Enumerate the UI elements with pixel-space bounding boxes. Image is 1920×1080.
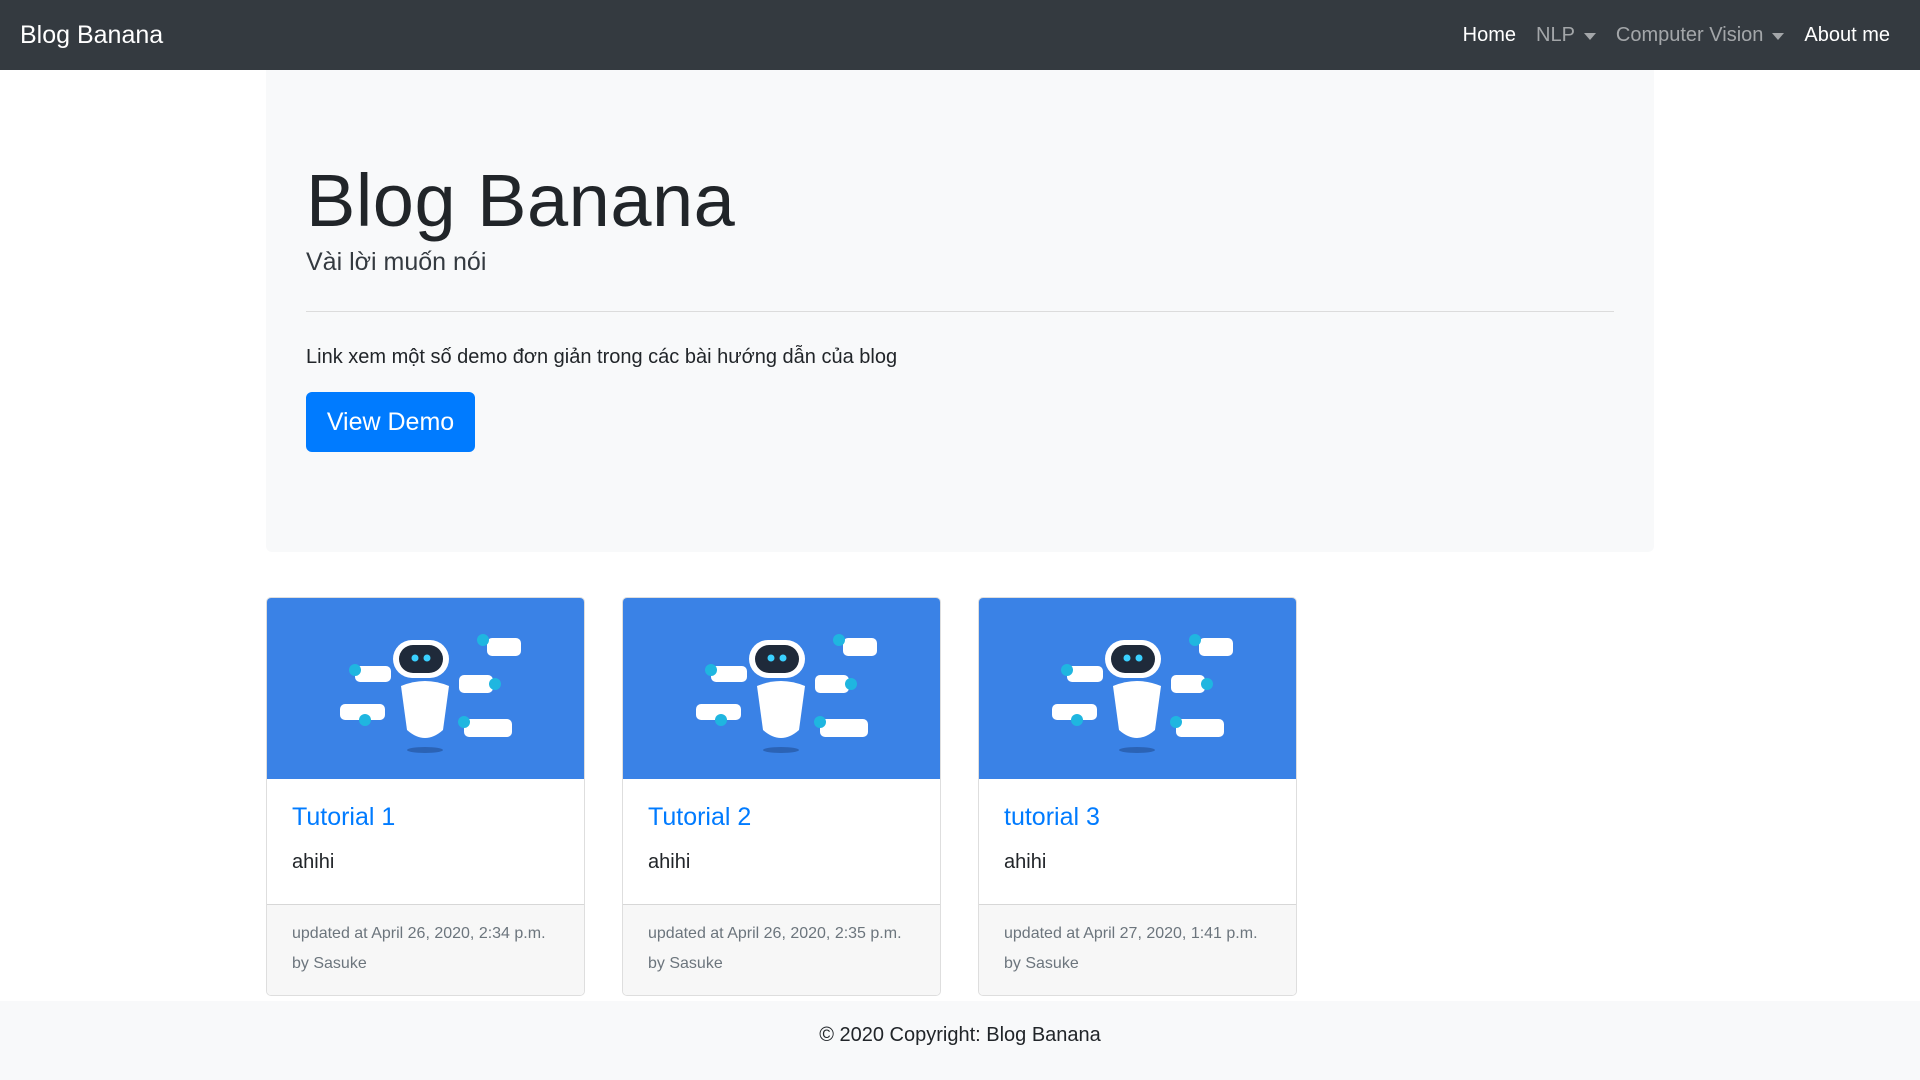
nav-item-about-me-label: About me bbox=[1804, 23, 1890, 46]
card-updated-time: updated at April 27, 2020, 1:41 p.m. bbox=[1004, 925, 1258, 942]
card-title-link[interactable]: Tutorial 1 bbox=[292, 803, 395, 832]
page-title: Blog Banana bbox=[306, 159, 736, 242]
navbar: Blog Banana Home NLP Computer Vision Abo… bbox=[0, 0, 1920, 70]
nav-item-computer-vision-label: Computer Vision bbox=[1615, 23, 1764, 46]
card-footer: updated at April 26, 2020, 2:35 p.m. by … bbox=[623, 904, 940, 995]
copyright-text: © 2020 Copyright: Blog Banana bbox=[819, 1024, 1101, 1046]
card-tutorial-2: Tutorial 2 ahihi updated at April 26, 20… bbox=[622, 597, 941, 996]
card-body: tutorial 3 ahihi bbox=[979, 779, 1296, 903]
card-author: by Sasuke bbox=[648, 955, 723, 972]
card-updated-time: updated at April 26, 2020, 2:34 p.m. bbox=[292, 925, 546, 942]
nav-item-computer-vision[interactable]: Computer Vision bbox=[1606, 24, 1794, 47]
jumbotron: Blog Banana Vài lời muốn nói Link xem mộ… bbox=[266, 70, 1654, 552]
nav-item-about-me[interactable]: About me bbox=[1794, 24, 1900, 47]
chatbot-robot-illustration-icon bbox=[696, 634, 877, 753]
chevron-down-icon bbox=[1772, 32, 1785, 40]
page-subtitle: Vài lời muốn nói bbox=[306, 248, 487, 276]
navbar-brand[interactable]: Blog Banana bbox=[20, 21, 163, 50]
chatbot-robot-illustration-icon bbox=[340, 634, 521, 753]
card-image[interactable] bbox=[267, 598, 584, 779]
card-image[interactable] bbox=[979, 598, 1296, 779]
card-footer: updated at April 26, 2020, 2:34 p.m. by … bbox=[267, 904, 584, 995]
card-body: Tutorial 1 ahihi bbox=[267, 779, 584, 903]
divider bbox=[306, 311, 1614, 312]
card-author: by Sasuke bbox=[292, 955, 367, 972]
card-title-link[interactable]: tutorial 3 bbox=[1004, 803, 1100, 832]
nav-item-nlp[interactable]: NLP bbox=[1526, 24, 1606, 47]
nav-links: Home NLP Computer Vision About me bbox=[1453, 24, 1900, 47]
card-body: Tutorial 2 ahihi bbox=[623, 779, 940, 903]
view-demo-button[interactable]: View Demo bbox=[306, 392, 475, 452]
nav-item-home[interactable]: Home bbox=[1453, 24, 1526, 47]
card-text: ahihi bbox=[292, 851, 335, 873]
intro-text: Link xem một số demo đơn giản trong các … bbox=[306, 346, 898, 368]
page-footer: © 2020 Copyright: Blog Banana bbox=[0, 1001, 1920, 1080]
card-title-link[interactable]: Tutorial 2 bbox=[648, 803, 751, 832]
card-text: ahihi bbox=[1004, 851, 1047, 873]
chatbot-robot-illustration-icon bbox=[1052, 634, 1233, 753]
card-tutorial-1: Tutorial 1 ahihi updated at April 26, 20… bbox=[266, 597, 585, 996]
card-updated-time: updated at April 26, 2020, 2:35 p.m. bbox=[648, 925, 902, 942]
nav-item-home-label: Home bbox=[1462, 23, 1516, 46]
card-author: by Sasuke bbox=[1004, 955, 1079, 972]
card-tutorial-3: tutorial 3 ahihi updated at April 27, 20… bbox=[978, 597, 1297, 996]
card-image[interactable] bbox=[623, 598, 940, 779]
chevron-down-icon bbox=[1583, 32, 1596, 40]
card-footer: updated at April 27, 2020, 1:41 p.m. by … bbox=[979, 904, 1296, 995]
nav-item-nlp-label: NLP bbox=[1536, 23, 1575, 46]
card-text: ahihi bbox=[648, 851, 691, 873]
